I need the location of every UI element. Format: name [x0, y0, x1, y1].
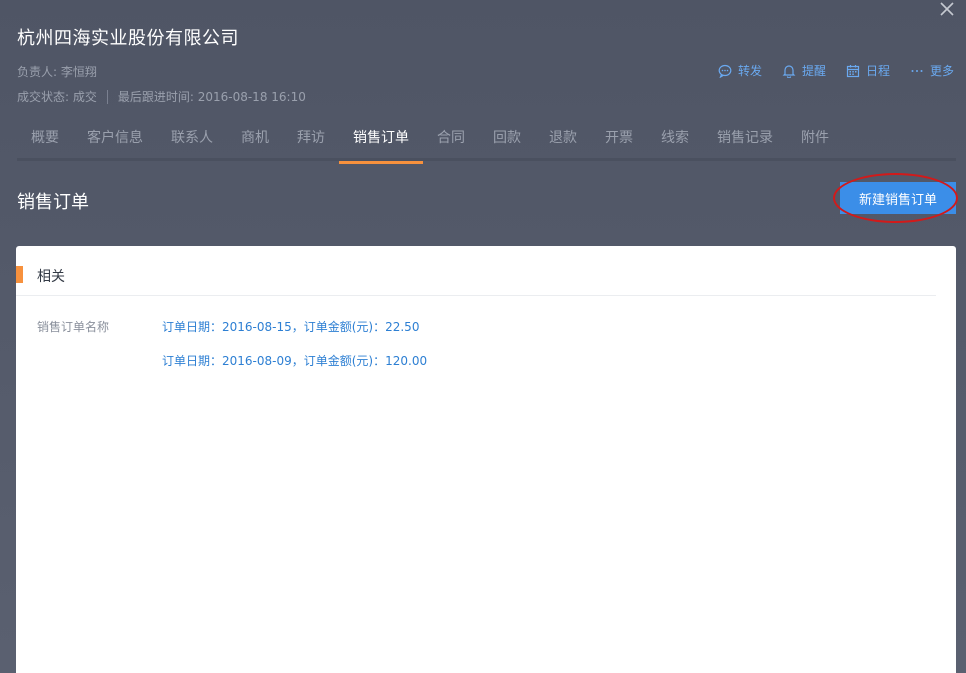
- close-button[interactable]: [938, 0, 958, 20]
- tab-customer-info[interactable]: 客户信息: [73, 117, 157, 161]
- card-title: 相关: [37, 269, 65, 285]
- remind-button[interactable]: 提醒: [782, 62, 826, 79]
- forward-label: 转发: [737, 64, 762, 78]
- schedule-label: 日程: [865, 64, 890, 78]
- detail-tabs: 概要 客户信息 联系人 商机 拜访 销售订单 合同 回款 退款 开票 线索 销售…: [17, 117, 956, 164]
- more-label: 更多: [929, 64, 954, 78]
- last-follow-time: 最后跟进时间: 2016-08-18 16:10: [117, 90, 306, 104]
- status-line: 成交状态: 成交 最后跟进时间: 2016-08-18 16:10: [17, 88, 306, 105]
- card-header: 相关: [16, 264, 936, 296]
- tab-invoices[interactable]: 开票: [591, 117, 647, 161]
- section-title: 销售订单: [17, 192, 89, 213]
- calendar-icon: [846, 64, 860, 77]
- tab-leads[interactable]: 线索: [647, 117, 703, 161]
- tab-opportunities[interactable]: 商机: [227, 117, 283, 161]
- detail-panel: 杭州四海实业股份有限公司 负责人: 李恒翔 成交状态: 成交 最后跟进时间: 2…: [0, 0, 966, 673]
- tab-refunds[interactable]: 退款: [535, 117, 591, 161]
- accent-bar: [16, 266, 23, 283]
- tab-attachments[interactable]: 附件: [787, 117, 843, 161]
- more-button[interactable]: 更多: [910, 62, 954, 79]
- divider: [106, 89, 108, 104]
- company-name: 杭州四海实业股份有限公司: [17, 28, 239, 49]
- order-link[interactable]: 订单日期：2016-08-09，订单金额(元)：120.00: [162, 352, 427, 369]
- order-link[interactable]: 订单日期：2016-08-15，订单金额(元)：22.50: [162, 318, 419, 335]
- bell-icon: [782, 64, 796, 78]
- deal-status: 成交状态: 成交: [17, 90, 97, 104]
- forward-button[interactable]: 转发: [718, 62, 762, 79]
- header-actions: 转发 提醒 日程 更多: [718, 62, 954, 79]
- tab-overview[interactable]: 概要: [17, 117, 73, 161]
- tab-sales-records[interactable]: 销售记录: [703, 117, 787, 161]
- tab-payments[interactable]: 回款: [479, 117, 535, 161]
- chat-icon: [718, 64, 732, 78]
- tab-contracts[interactable]: 合同: [423, 117, 479, 161]
- new-sales-order-button[interactable]: 新建销售订单: [840, 182, 956, 214]
- owner-text: 负责人: 李恒翔: [17, 65, 97, 79]
- related-card: 相关 销售订单名称 订单日期：2016-08-15，订单金额(元)：22.50 …: [16, 246, 956, 673]
- close-icon: [940, 2, 954, 16]
- tab-contacts[interactable]: 联系人: [157, 117, 227, 161]
- schedule-button[interactable]: 日程: [846, 62, 890, 79]
- tab-visits[interactable]: 拜访: [283, 117, 339, 161]
- remind-label: 提醒: [801, 64, 826, 78]
- more-icon: [911, 69, 923, 72]
- field-label: 销售订单名称: [37, 320, 110, 334]
- tab-sales-orders[interactable]: 销售订单: [339, 117, 423, 164]
